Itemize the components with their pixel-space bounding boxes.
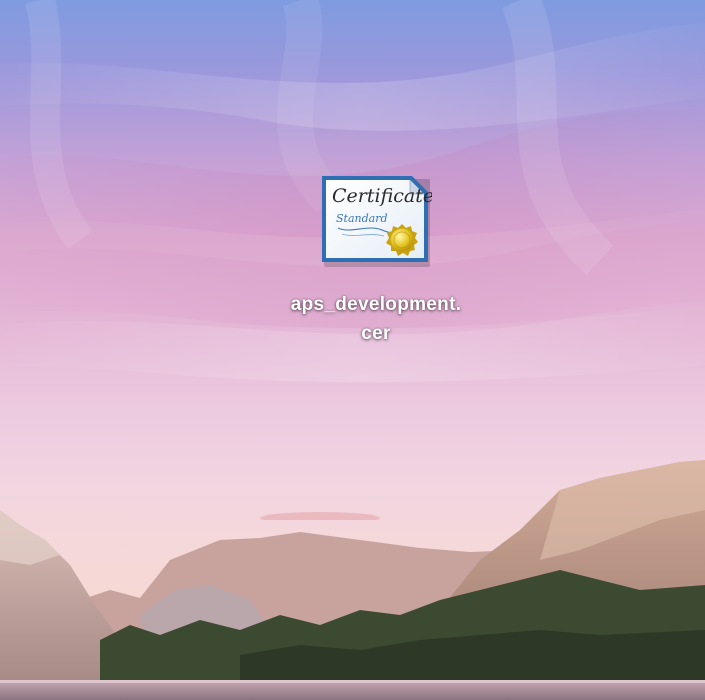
certificate-icon: Certificate Standard [322,176,432,267]
mountain-landscape [0,460,705,700]
file-name-line-2: cer [361,323,391,344]
desktop-background: Certificate Standard aps_development. ce… [0,0,705,700]
file-name-line-1: aps_development. [290,294,462,315]
file-name-label: aps_development. cer [276,290,476,348]
file-aps-development-cer[interactable]: Certificate Standard aps_development. ce… [276,172,476,348]
certificate-subtitle-text: Standard [336,212,388,225]
certificate-title-text: Certificate [332,185,432,207]
